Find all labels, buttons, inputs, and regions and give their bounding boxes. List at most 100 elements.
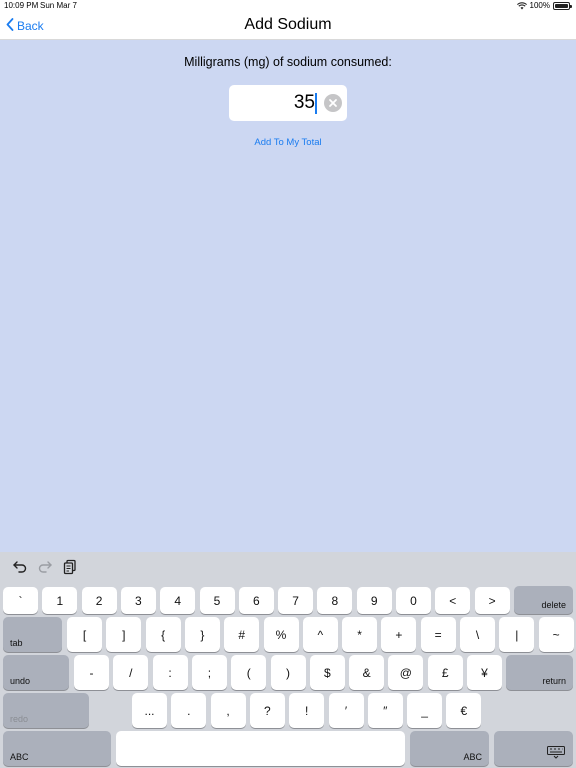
space-key[interactable]	[116, 731, 405, 766]
key-8-label: 8	[331, 593, 339, 608]
key-r4-2[interactable]: ,	[210, 693, 246, 728]
key-r4-1-label: .	[187, 703, 191, 718]
key-r4-6[interactable]: ″	[367, 693, 403, 728]
key-3[interactable]: 3	[120, 587, 156, 614]
key-5[interactable]: 5	[199, 587, 235, 614]
key-4[interactable]: 4	[160, 587, 196, 614]
key-r4-7-label: _	[421, 703, 428, 718]
key-r4-7[interactable]: _	[407, 693, 443, 728]
key-r2-4[interactable]: #	[224, 617, 260, 652]
key-r2-0[interactable]: [	[67, 617, 102, 652]
key-r2-12[interactable]: ~	[538, 617, 574, 652]
key-6[interactable]: 6	[238, 587, 274, 614]
key-r4-5-label: ′	[344, 703, 348, 718]
hide-keyboard-key[interactable]	[494, 731, 573, 766]
keyboard-dismiss-icon	[547, 746, 565, 762]
key-10-label: 0	[410, 593, 417, 608]
key-r3-3[interactable]: ;	[191, 655, 227, 690]
key-12[interactable]: >	[474, 587, 510, 614]
keyboard: ` 1 2 3 4 5 6 7 8 9 0 < > delete tab [] {} #% ^ * + = \ | ~ undo -…	[0, 552, 576, 768]
delete-key-label: delete	[541, 600, 566, 610]
abc-left-key[interactable]: ABC	[3, 731, 111, 766]
battery-icon	[553, 2, 572, 10]
key-2-label: 2	[95, 593, 103, 608]
key-r3-7-label: &	[362, 665, 371, 680]
page-title: Add Sodium	[244, 16, 332, 33]
key-r3-8[interactable]: @	[388, 655, 424, 690]
key-11[interactable]: <	[435, 587, 471, 614]
key-r4-4[interactable]: !	[289, 693, 325, 728]
key-r3-4[interactable]: (	[231, 655, 267, 690]
key-r2-7-label: *	[357, 627, 362, 642]
key-r2-10-label: \	[475, 627, 480, 642]
close-icon	[329, 99, 337, 107]
key-r3-7[interactable]: &	[349, 655, 385, 690]
key-r3-9-label: £	[441, 665, 449, 680]
key-r3-1-label: /	[129, 665, 133, 680]
key-9[interactable]: 9	[356, 587, 392, 614]
sodium-amount-input[interactable]: 35	[229, 85, 347, 121]
key-r2-1[interactable]: ]	[106, 617, 142, 652]
key-r2-6[interactable]: ^	[302, 617, 338, 652]
key-r3-6[interactable]: $	[309, 655, 345, 690]
undo-key[interactable]: undo	[3, 655, 69, 690]
redo-key[interactable]: redo	[3, 693, 89, 728]
key-r3-9[interactable]: £	[427, 655, 463, 690]
key-r2-8[interactable]: +	[381, 617, 417, 652]
abc-left-key-label: ABC	[10, 752, 29, 762]
key-9-label: 9	[370, 593, 378, 608]
key-r4-8-label: €	[460, 703, 468, 718]
status-indicators: 100%	[516, 0, 572, 12]
key-r2-3[interactable]: }	[184, 617, 220, 652]
key-2[interactable]: 2	[81, 587, 117, 614]
undo-arrow-icon[interactable]	[12, 559, 28, 575]
status-time: 10:09 PM	[4, 1, 39, 10]
key-r3-10-label: ¥	[481, 665, 488, 680]
clear-input-button[interactable]	[324, 94, 342, 112]
status-date: Sun Mar 7	[40, 1, 77, 10]
key-r3-8-label: @	[399, 665, 412, 680]
key-7[interactable]: 7	[278, 587, 314, 614]
return-key[interactable]: return	[506, 655, 573, 690]
key-r3-5-label: )	[286, 665, 290, 680]
redo-arrow-icon[interactable]	[37, 559, 53, 575]
clipboard-icon[interactable]	[62, 559, 78, 575]
key-10[interactable]: 0	[396, 587, 431, 614]
abc-right-key[interactable]: ABC	[410, 731, 489, 766]
key-5-label: 5	[213, 593, 221, 608]
key-r2-3-label: }	[200, 627, 205, 642]
key-r4-5[interactable]: ′	[328, 693, 364, 728]
key-r2-2[interactable]: {	[145, 617, 181, 652]
key-0[interactable]: `	[3, 587, 38, 614]
key-r4-3-label: ?	[264, 703, 271, 718]
undo-key-label: undo	[10, 676, 31, 686]
key-1[interactable]: 1	[42, 587, 78, 614]
key-r2-11[interactable]: |	[499, 617, 535, 652]
key-8[interactable]: 8	[317, 587, 353, 614]
key-r4-3[interactable]: ?	[249, 693, 285, 728]
key-r3-10[interactable]: ¥	[467, 655, 502, 690]
key-r3-6-label: $	[323, 665, 331, 680]
key-r2-5[interactable]: %	[263, 617, 299, 652]
key-12-label: >	[488, 593, 496, 608]
key-r3-5[interactable]: )	[270, 655, 306, 690]
key-r2-2-label: {	[161, 627, 166, 642]
key-r2-10[interactable]: \	[460, 617, 495, 652]
key-r4-0[interactable]: ...	[132, 693, 167, 728]
key-r2-7[interactable]: *	[342, 617, 378, 652]
status-bar: 10:09 PM Sun Mar 7 100%	[0, 0, 576, 12]
key-4-label: 4	[174, 593, 182, 608]
add-to-total-button[interactable]: Add To My Total	[0, 137, 576, 148]
key-r3-0[interactable]: -	[74, 655, 109, 690]
delete-key[interactable]: delete	[514, 586, 573, 614]
key-r3-0-label: -	[89, 665, 94, 680]
key-r4-8[interactable]: €	[446, 693, 482, 728]
key-r2-9[interactable]: =	[420, 617, 456, 652]
key-r3-1[interactable]: /	[113, 655, 149, 690]
battery-percent: 100%	[529, 1, 550, 10]
key-r3-2[interactable]: :	[152, 655, 188, 690]
key-r2-9-label: =	[434, 627, 442, 642]
tab-key-label: tab	[10, 638, 23, 648]
tab-key[interactable]: tab	[3, 617, 62, 652]
key-r4-1[interactable]: .	[171, 693, 207, 728]
